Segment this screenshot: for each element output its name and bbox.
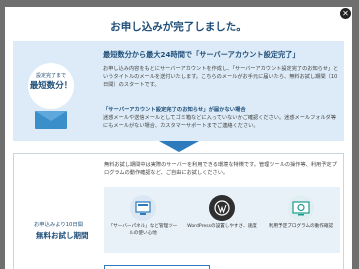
program-check-icon (288, 195, 314, 221)
down-arrow-icon (159, 141, 199, 152)
wordpress-icon (209, 195, 235, 221)
feature-item: 「サーバーパネル」など管理ツールの使い心地 (108, 195, 178, 237)
feature-label: 利用予定プログラムの動作確認 (268, 224, 334, 229)
completion-modal: ✕ お申し込みが完了しました。 設定完了まで 最短数分！ 最短数分から最大24時… (5, 7, 352, 269)
badge-headline: 最短数分！ (29, 81, 73, 91)
no-email-heading: 「サーバーアカウント設定完了のお知らせ」が届かない場合 (103, 107, 246, 113)
feature-item: WordPressの設置しやすさ、速度 (187, 195, 257, 231)
trial-caption: お申込みより10日間 (34, 222, 84, 228)
setup-highlight-text: 最短数分から最大24時間で「サーバーアカウント設定完了」 (103, 50, 300, 59)
badge-caption: 設定完了まで (35, 73, 66, 79)
feature-item: 利用予定プログラムの動作確認 (266, 195, 336, 231)
trial-features: 「サーバーパネル」など管理ツールの使い心地 WordPressの設置しやすさ、速… (104, 187, 340, 253)
envelope-icon (35, 111, 67, 129)
setup-time-badge: 設定完了まで 最短数分！ (28, 63, 74, 109)
setup-info-panel: 設定完了まで 最短数分！ 最短数分から最大24時間で「サーバーアカウント設定完了… (13, 41, 344, 141)
close-icon[interactable]: ✕ (340, 8, 351, 19)
trial-heading: 無料お試し期間 (36, 231, 89, 240)
modal-title: お申し込みが完了しました。 (110, 21, 247, 33)
trial-description: 無料お試し期間中は実際のサーバーを利用できる環境な特徴です。管理ツールの操作等、… (104, 162, 337, 176)
free-trial-panel: お申込みより10日間 無料お試し期間 無料お試し期間中は実際のサーバーを利用でき… (13, 153, 344, 269)
feature-label: WordPressの設置しやすさ、速度 (187, 224, 257, 229)
server-panel-icon (130, 195, 156, 221)
no-email-text: 迷惑メールや送信メールとしてゴミ箱などに入っていないかご確認ください。迷惑メール… (103, 115, 337, 129)
feature-label: 「サーバーパネル」など管理ツールの使い心地 (108, 224, 178, 236)
setup-description: お申し込み内容をもとにサーバーアカウントを作成し、「サーバーアカウント設定完了の… (103, 66, 339, 88)
